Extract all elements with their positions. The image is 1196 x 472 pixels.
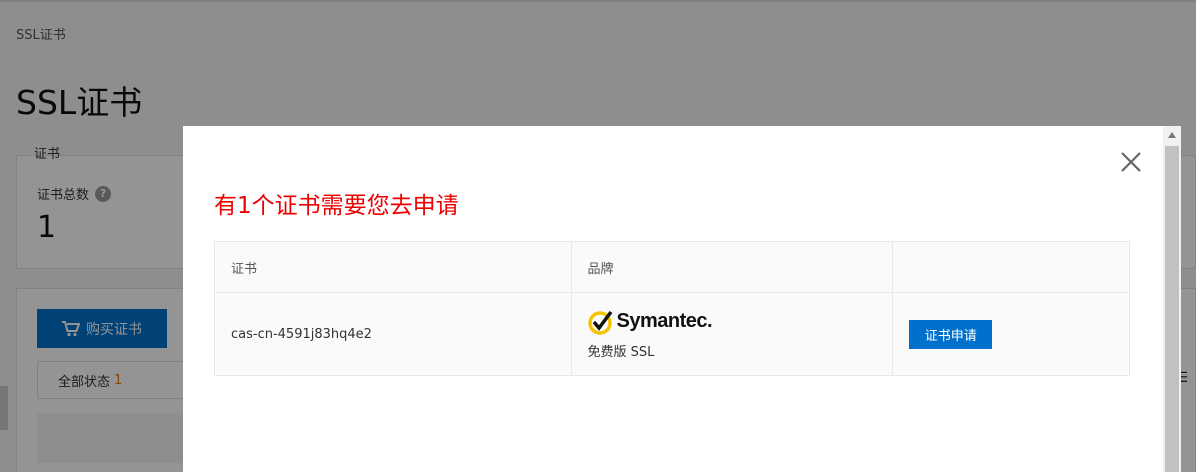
scroll-thumb[interactable] [1165,146,1179,472]
cert-name-cell: cas-cn-4591j83hq4e2 [214,292,572,376]
symantec-logo: Symantec. [587,309,877,335]
modal-title: 有1个证书需要您去申请 [214,193,459,219]
action-cell: 证书申请 [892,292,1130,376]
table-row: cas-cn-4591j83hq4e2 Symantec. 免费版 SSL 证书… [214,292,1130,376]
apply-certificate-button[interactable]: 证书申请 [909,319,993,349]
apply-certificate-modal: 有1个证书需要您去申请 证书 品牌 cas-cn-4591j83hq4e2 Sy… [183,126,1181,472]
checkmark-icon [587,310,612,335]
pending-certificates-table: 证书 品牌 cas-cn-4591j83hq4e2 Symantec. 免费版 … [214,241,1130,376]
column-header-action [892,241,1130,293]
brand-logo-text: Symantec. [616,310,713,332]
table-header-row: 证书 品牌 [214,241,1130,293]
close-icon[interactable] [1119,150,1143,174]
brand-variant: 免费版 SSL [587,344,655,360]
column-header-cert: 证书 [214,241,572,293]
column-header-brand: 品牌 [570,241,894,293]
scroll-up-arrow[interactable] [1163,126,1181,144]
brand-cell: Symantec. 免费版 SSL [570,292,894,376]
modal-scrollbar[interactable] [1163,126,1181,472]
